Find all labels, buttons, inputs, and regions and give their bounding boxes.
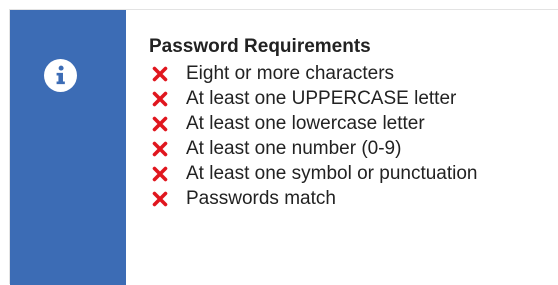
- requirement-label: At least one UPPERCASE letter: [186, 87, 457, 109]
- requirements-content: Password Requirements Eight or more char…: [149, 36, 558, 211]
- requirement-label: At least one lowercase letter: [186, 112, 425, 134]
- requirement-item: Eight or more characters: [149, 61, 558, 86]
- requirements-list: Eight or more characters At least one UP…: [149, 61, 558, 211]
- password-requirements-panel: Password Requirements Eight or more char…: [9, 9, 558, 285]
- x-icon: [152, 191, 168, 206]
- info-icon: [44, 59, 77, 92]
- requirement-item: Passwords match: [149, 186, 558, 211]
- x-icon: [152, 166, 168, 181]
- requirement-label: At least one number (0-9): [186, 137, 402, 159]
- panel-title: Password Requirements: [149, 36, 371, 57]
- x-icon: [152, 141, 168, 156]
- info-sidebar: [10, 10, 126, 285]
- requirement-label: Passwords match: [186, 187, 336, 209]
- x-icon: [152, 116, 168, 131]
- requirement-item: At least one lowercase letter: [149, 111, 558, 136]
- requirement-label: At least one symbol or punctuation: [186, 162, 478, 184]
- x-icon: [152, 66, 168, 81]
- x-icon: [152, 91, 168, 106]
- requirement-label: Eight or more characters: [186, 62, 395, 84]
- requirement-item: At least one UPPERCASE letter: [149, 86, 558, 111]
- requirement-item: At least one number (0-9): [149, 136, 558, 161]
- requirement-item: At least one symbol or punctuation: [149, 161, 558, 186]
